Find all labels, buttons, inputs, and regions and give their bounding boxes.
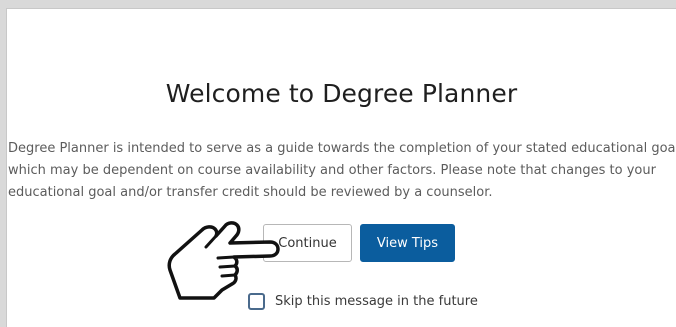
skip-message-label[interactable]: Skip this message in the future <box>275 294 478 309</box>
dialog-title: Welcome to Degree Planner <box>165 79 518 108</box>
welcome-dialog: Welcome to Degree Planner Degree Planner… <box>6 8 676 327</box>
view-tips-button[interactable]: View Tips <box>360 224 455 262</box>
hand-pointer-icon <box>167 221 280 300</box>
screen-backdrop: Welcome to Degree Planner Degree Planner… <box>0 0 676 327</box>
description-line-3: educational goal and/or transfer credit … <box>8 185 493 200</box>
description-line-1: Degree Planner is intended to serve as a… <box>8 141 676 156</box>
skip-message-option[interactable]: Skip this message in the future <box>248 292 478 310</box>
dialog-description: Degree Planner is intended to serve as a… <box>8 138 676 204</box>
description-line-2: which may be dependent on course availab… <box>8 163 656 178</box>
